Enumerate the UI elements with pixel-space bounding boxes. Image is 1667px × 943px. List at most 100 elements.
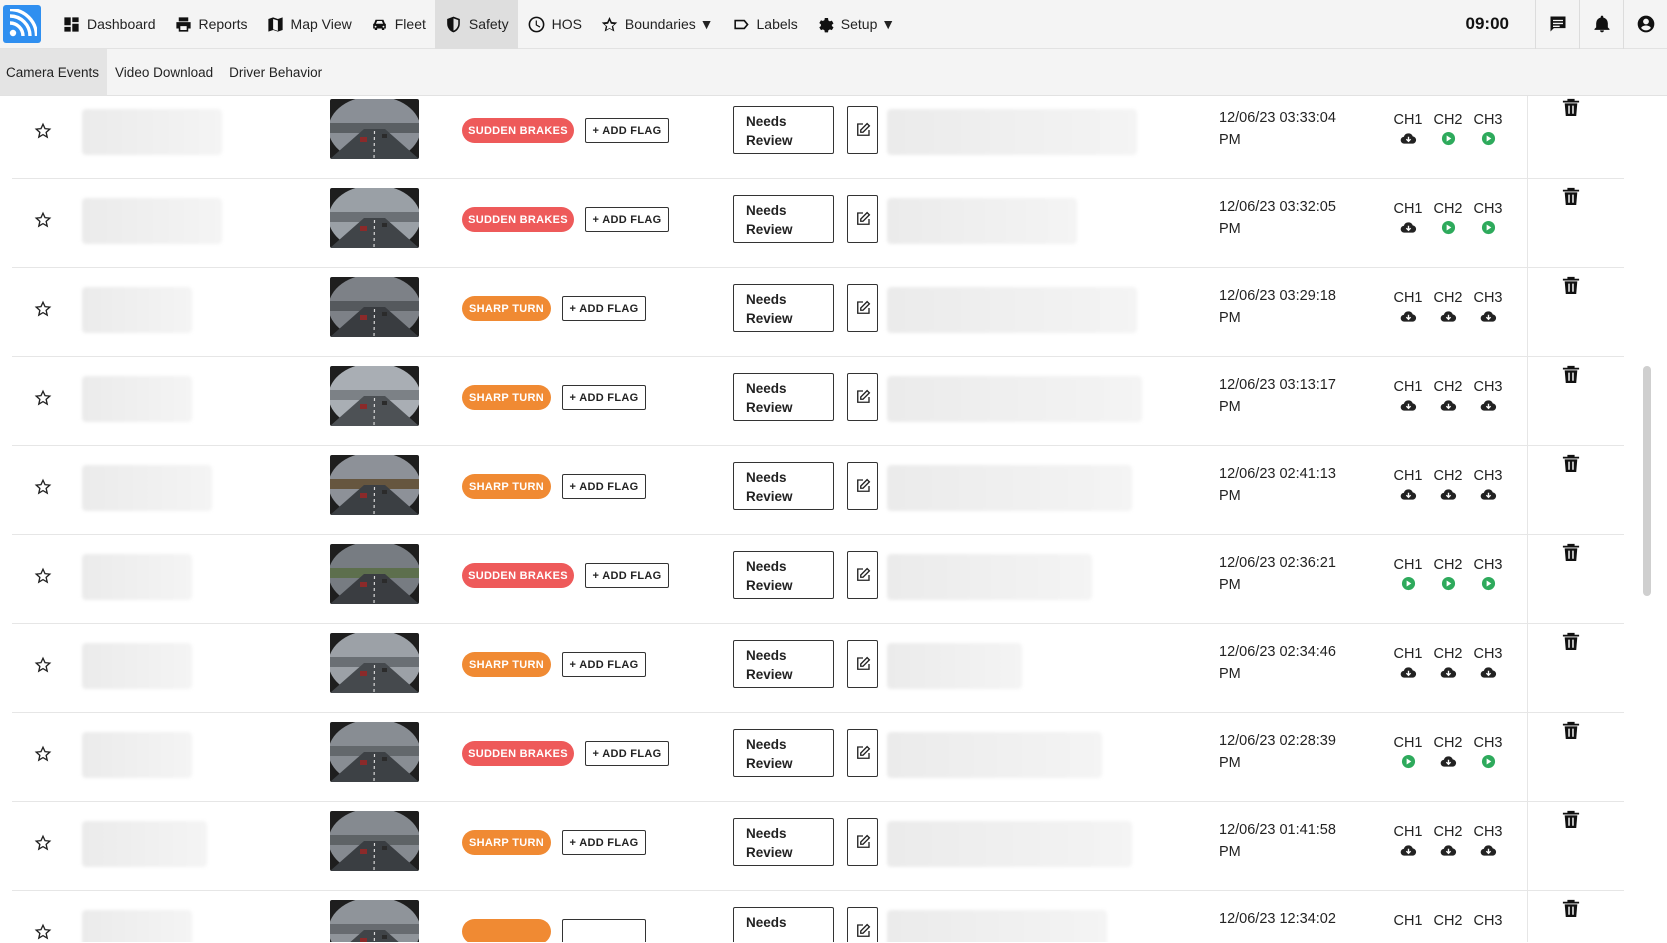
channel-ch1[interactable]: CH1 — [1393, 645, 1423, 680]
messages-button[interactable] — [1535, 0, 1579, 49]
event-thumbnail[interactable] — [330, 900, 419, 942]
cloud-download-icon[interactable] — [1400, 309, 1417, 324]
review-status-box[interactable]: Needs Review — [733, 284, 834, 332]
channel-ch3[interactable]: CH3 — [1473, 823, 1503, 858]
channel-ch2[interactable]: CH2 — [1433, 200, 1463, 235]
table-row[interactable]: SUDDEN BRAKES + ADD FLAG Needs Review 12/06/… — [12, 178, 1624, 268]
add-flag-button[interactable]: + ADD FLAG — [585, 563, 669, 588]
play-circle-icon[interactable] — [1480, 576, 1497, 591]
edit-status-button[interactable] — [847, 195, 878, 243]
nav-reports[interactable]: Reports — [165, 0, 257, 49]
channel-ch2[interactable]: CH2 — [1433, 289, 1463, 324]
review-status-box[interactable]: Needs Review — [733, 640, 834, 688]
edit-status-button[interactable] — [847, 462, 878, 510]
channel-ch1[interactable]: CH1 — [1393, 467, 1423, 502]
review-status-box[interactable]: Needs Review — [733, 818, 834, 866]
delete-button[interactable] — [1562, 275, 1580, 297]
channel-ch2[interactable]: CH2 — [1433, 645, 1463, 680]
channel-ch3[interactable]: CH3 — [1473, 378, 1503, 413]
table-row[interactable]: SHARP TURN + ADD FLAG Needs Review 12/06/23 … — [12, 445, 1624, 535]
tab-video-download[interactable]: Video Download — [109, 49, 221, 95]
cloud-download-icon[interactable] — [1480, 665, 1497, 680]
channel-ch2[interactable]: CH2 — [1433, 111, 1463, 146]
delete-button[interactable] — [1562, 898, 1580, 920]
add-flag-button[interactable]: + ADD FLAG — [585, 118, 669, 143]
add-flag-button[interactable]: + ADD FLAG — [562, 830, 646, 855]
event-thumbnail[interactable] — [330, 455, 419, 515]
review-status-box[interactable]: Needs Review — [733, 195, 834, 243]
favorite-star-button[interactable] — [34, 656, 52, 674]
nav-boundaries[interactable]: Boundaries ▼ — [591, 0, 723, 49]
favorite-star-button[interactable] — [34, 745, 52, 763]
cloud-download-icon[interactable] — [1440, 754, 1457, 769]
cloud-download-icon[interactable] — [1400, 398, 1417, 413]
channel-ch2[interactable]: CH2 — [1433, 912, 1463, 942]
none-icon[interactable] — [1440, 932, 1457, 942]
favorite-star-button[interactable] — [34, 478, 52, 496]
nav-safety[interactable]: Safety — [434, 0, 518, 49]
favorite-star-button[interactable] — [34, 567, 52, 585]
channel-ch1[interactable]: CH1 — [1393, 823, 1423, 858]
event-thumbnail[interactable] — [330, 722, 419, 782]
play-circle-icon[interactable] — [1480, 754, 1497, 769]
table-row[interactable]: SUDDEN BRAKES + ADD FLAG Needs Review 12/06/… — [12, 534, 1624, 624]
cloud-download-icon[interactable] — [1480, 843, 1497, 858]
table-row[interactable]: Needs 12/06/23 12:34:02 CH1 CH2 CH3 — [12, 890, 1624, 942]
favorite-star-button[interactable] — [34, 389, 52, 407]
nav-map-view[interactable]: Map View — [257, 0, 361, 49]
edit-status-button[interactable] — [847, 729, 878, 777]
edit-status-button[interactable] — [847, 818, 878, 866]
channel-ch3[interactable]: CH3 — [1473, 111, 1503, 146]
play-circle-icon[interactable] — [1440, 131, 1457, 146]
tab-camera-events[interactable]: Camera Events — [0, 49, 108, 95]
channel-ch1[interactable]: CH1 — [1393, 200, 1423, 235]
channel-ch3[interactable]: CH3 — [1473, 912, 1503, 942]
event-thumbnail[interactable] — [330, 633, 419, 693]
add-flag-button[interactable]: + ADD FLAG — [585, 741, 669, 766]
table-row[interactable]: SHARP TURN + ADD FLAG Needs Review 12/06/23 … — [12, 801, 1624, 891]
edit-status-button[interactable] — [847, 106, 878, 154]
add-flag-button[interactable]: + ADD FLAG — [562, 474, 646, 499]
channel-ch1[interactable]: CH1 — [1393, 912, 1423, 942]
cloud-download-icon[interactable] — [1400, 131, 1417, 146]
delete-button[interactable] — [1562, 364, 1580, 386]
nav-hos[interactable]: HOS — [518, 0, 591, 49]
play-circle-icon[interactable] — [1480, 220, 1497, 235]
nav-labels[interactable]: Labels — [723, 0, 807, 49]
channel-ch3[interactable]: CH3 — [1473, 734, 1503, 769]
table-row[interactable]: SUDDEN BRAKES + ADD FLAG Needs Review 12/06/… — [12, 96, 1624, 179]
cloud-download-icon[interactable] — [1440, 665, 1457, 680]
event-thumbnail[interactable] — [330, 811, 419, 871]
review-status-box[interactable]: Needs — [733, 907, 834, 942]
channel-ch3[interactable]: CH3 — [1473, 556, 1503, 591]
favorite-star-button[interactable] — [34, 923, 52, 941]
nav-setup[interactable]: Setup ▼ — [807, 0, 904, 49]
cloud-download-icon[interactable] — [1440, 309, 1457, 324]
scrollbar-thumb[interactable] — [1643, 366, 1651, 596]
cloud-download-icon[interactable] — [1400, 843, 1417, 858]
edit-status-button[interactable] — [847, 640, 878, 688]
cloud-download-icon[interactable] — [1400, 220, 1417, 235]
add-flag-button[interactable]: + ADD FLAG — [585, 207, 669, 232]
delete-button[interactable] — [1562, 97, 1580, 119]
delete-button[interactable] — [1562, 809, 1580, 831]
review-status-box[interactable]: Needs Review — [733, 106, 834, 154]
event-thumbnail[interactable] — [330, 277, 419, 337]
channel-ch1[interactable]: CH1 — [1393, 111, 1423, 146]
favorite-star-button[interactable] — [34, 834, 52, 852]
favorite-star-button[interactable] — [34, 122, 52, 140]
app-logo[interactable] — [3, 5, 41, 43]
review-status-box[interactable]: Needs Review — [733, 373, 834, 421]
edit-status-button[interactable] — [847, 551, 878, 599]
favorite-star-button[interactable] — [34, 211, 52, 229]
cloud-download-icon[interactable] — [1480, 309, 1497, 324]
channel-ch2[interactable]: CH2 — [1433, 823, 1463, 858]
cloud-download-icon[interactable] — [1440, 398, 1457, 413]
none-icon[interactable] — [1400, 932, 1417, 942]
cloud-download-icon[interactable] — [1400, 665, 1417, 680]
play-circle-icon[interactable] — [1480, 131, 1497, 146]
channel-ch3[interactable]: CH3 — [1473, 467, 1503, 502]
play-circle-icon[interactable] — [1400, 754, 1417, 769]
review-status-box[interactable]: Needs Review — [733, 462, 834, 510]
add-flag-button[interactable]: + ADD FLAG — [562, 652, 646, 677]
